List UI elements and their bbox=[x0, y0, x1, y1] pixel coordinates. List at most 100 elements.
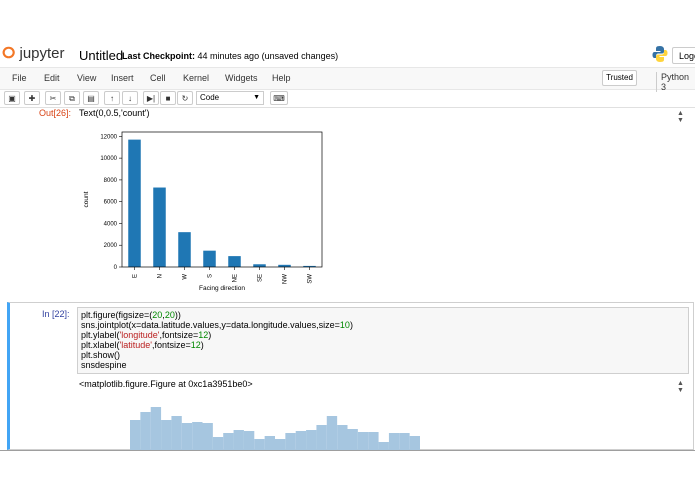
menu-edit[interactable]: Edit bbox=[44, 73, 60, 83]
hist-bar bbox=[223, 433, 234, 450]
restart-icon: ↻ bbox=[181, 94, 189, 103]
hist-bar bbox=[161, 420, 172, 450]
y-tick-label: 10000 bbox=[100, 156, 117, 162]
bar-n bbox=[153, 187, 166, 267]
x-tick-label: W bbox=[183, 274, 189, 280]
hist-bar bbox=[254, 439, 265, 450]
chevron-down-icon: ▼ bbox=[253, 94, 260, 101]
x-tick-label: SE bbox=[258, 274, 264, 282]
hist-bar bbox=[368, 432, 379, 450]
cut-button[interactable]: ✂ bbox=[45, 91, 61, 105]
menu-kernel[interactable]: Kernel bbox=[183, 73, 209, 83]
histogram-bars bbox=[130, 407, 420, 450]
figure-output-text: <matplotlib.figure.Figure at 0xc1a3951be… bbox=[79, 379, 253, 389]
bar-e bbox=[128, 139, 141, 267]
copy-button[interactable]: ⧉ bbox=[64, 91, 80, 105]
output-scroll-icon[interactable]: ▲ ▼ bbox=[677, 110, 684, 124]
x-axis: E N W S NE SE NW SW bbox=[133, 267, 314, 284]
jupyter-logo[interactable]: ⵔ jupyter bbox=[2, 44, 65, 62]
trusted-button[interactable]: Trusted bbox=[602, 70, 637, 86]
hist-bar bbox=[326, 416, 338, 450]
code-line-6: snsdespine bbox=[81, 360, 127, 370]
command-palette-button[interactable]: ⌨ bbox=[270, 91, 288, 105]
kernel-indicator[interactable]: Python 3 bbox=[656, 72, 695, 92]
cell-type-select[interactable]: Code ▼ bbox=[196, 91, 264, 105]
x-tick-label: E bbox=[133, 274, 139, 278]
output-scroll-icon-2[interactable]: ▲ ▼ bbox=[677, 380, 684, 394]
run-button[interactable]: ▶| bbox=[143, 91, 159, 105]
scissors-icon: ✂ bbox=[49, 94, 57, 103]
hist-bar bbox=[264, 436, 275, 450]
logout-button[interactable]: Logo bbox=[672, 47, 695, 64]
input-prompt: In [22]: bbox=[42, 309, 70, 319]
hist-bar bbox=[378, 442, 389, 450]
hist-bar bbox=[399, 433, 410, 450]
y-tick-label: 12000 bbox=[100, 134, 117, 140]
menu-widgets[interactable]: Widgets bbox=[225, 73, 258, 83]
move-down-button[interactable]: ↓ bbox=[122, 91, 138, 105]
code-line-5: plt.show() bbox=[81, 350, 121, 360]
checkpoint-time: 44 minutes ago bbox=[197, 51, 260, 61]
bar-se bbox=[253, 264, 266, 267]
cell-type-value: Code bbox=[200, 93, 220, 102]
jupyter-ring-icon: ⵔ bbox=[2, 45, 16, 62]
menu-help[interactable]: Help bbox=[272, 73, 291, 83]
hist-bar bbox=[233, 430, 244, 450]
plot-frame bbox=[121, 131, 323, 268]
x-tick-label: SW bbox=[308, 274, 314, 284]
y-tick-label: 8000 bbox=[104, 178, 118, 184]
bar-w bbox=[178, 232, 191, 267]
arrow-down-icon: ↓ bbox=[128, 94, 132, 103]
save-icon: ▣ bbox=[8, 94, 16, 103]
hist-bar bbox=[181, 423, 193, 450]
hist-bar bbox=[388, 433, 400, 450]
checkpoint-unsaved: (unsaved changes) bbox=[261, 51, 339, 61]
hist-bar bbox=[316, 425, 327, 450]
restart-button[interactable]: ↻ bbox=[177, 91, 193, 105]
hist-bar bbox=[140, 412, 151, 450]
copy-icon: ⧉ bbox=[69, 94, 75, 103]
y-tick-label: 6000 bbox=[104, 200, 118, 206]
hist-bar bbox=[130, 420, 141, 450]
keyboard-icon: ⌨ bbox=[273, 94, 285, 103]
hist-bar bbox=[243, 431, 255, 450]
move-up-button[interactable]: ↑ bbox=[104, 91, 120, 105]
x-tick-label: NE bbox=[233, 274, 239, 282]
y-tick-label: 2000 bbox=[104, 243, 118, 249]
hist-bar bbox=[212, 437, 224, 450]
stop-icon: ■ bbox=[165, 94, 171, 103]
menu-cell[interactable]: Cell bbox=[150, 73, 166, 83]
y-tick-label: 4000 bbox=[104, 221, 118, 227]
x-axis-label: Facing direction bbox=[199, 285, 245, 292]
hist-bar bbox=[171, 416, 182, 450]
hist-bar bbox=[150, 407, 162, 450]
hist-bar bbox=[202, 423, 213, 450]
menu-file[interactable]: File bbox=[12, 73, 27, 83]
plus-icon: ✚ bbox=[28, 94, 36, 103]
insert-cell-button[interactable]: ✚ bbox=[24, 91, 40, 105]
paste-button[interactable]: ▤ bbox=[83, 91, 99, 105]
y-tick-label: 0 bbox=[114, 265, 118, 271]
code-editor[interactable]: plt.figure(figsize=(20,20)) sns.jointplo… bbox=[77, 307, 689, 374]
save-button[interactable]: ▣ bbox=[4, 91, 20, 105]
jupyter-logo-text: jupyter bbox=[19, 45, 65, 62]
code-line-4: plt.xlabel('latitude',fontsize=12) bbox=[81, 340, 204, 350]
bars bbox=[128, 139, 316, 267]
jointplot-marginal-histogram bbox=[130, 407, 420, 450]
x-tick-label: S bbox=[208, 274, 214, 278]
hist-bar bbox=[409, 436, 420, 450]
menu-view[interactable]: View bbox=[77, 73, 96, 83]
hist-bar bbox=[192, 422, 203, 450]
y-axis-label: count bbox=[83, 191, 90, 207]
code-line-3: plt.ylabel('longitude',fontsize=12) bbox=[81, 330, 212, 340]
y-axis: 0 2000 4000 6000 8000 10000 12000 bbox=[100, 134, 122, 271]
arrow-up-icon: ↑ bbox=[110, 94, 114, 103]
step-forward-icon: ▶| bbox=[146, 94, 156, 103]
menu-insert[interactable]: Insert bbox=[111, 73, 134, 83]
hist-bar bbox=[306, 430, 317, 450]
output-text: Text(0,0.5,'count') bbox=[79, 108, 150, 118]
python-logo-icon bbox=[652, 46, 668, 62]
menubar: File Edit View Insert Cell Kernel Widget… bbox=[0, 67, 695, 90]
interrupt-button[interactable]: ■ bbox=[160, 91, 176, 105]
notebook-title[interactable]: Untitled bbox=[79, 48, 123, 63]
